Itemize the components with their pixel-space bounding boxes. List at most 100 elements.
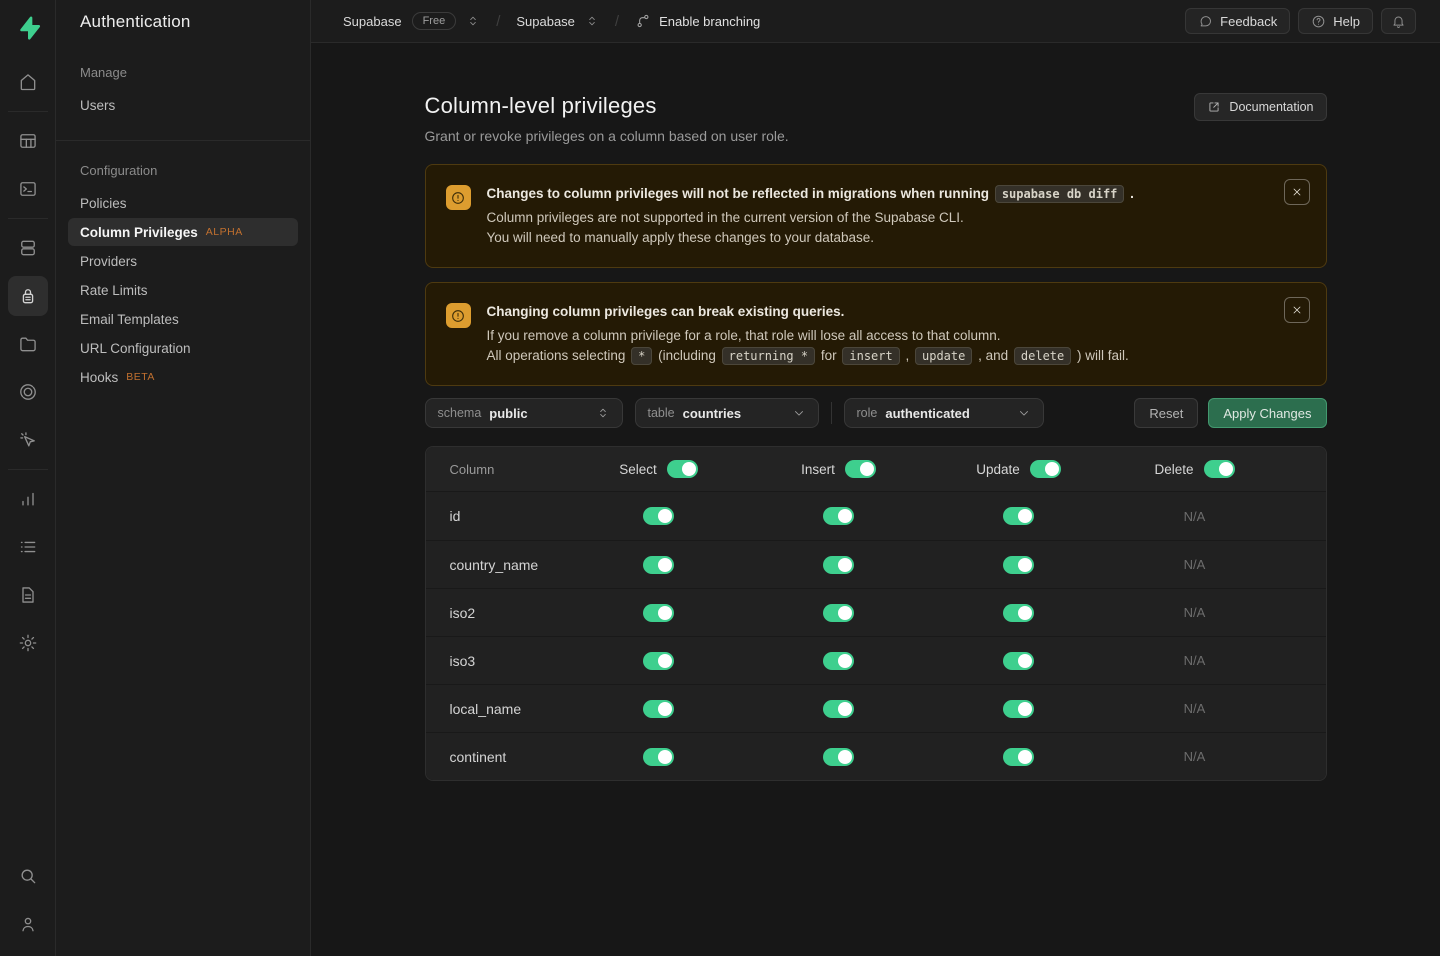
- sidebar-item-email-templates[interactable]: Email Templates: [68, 305, 298, 333]
- select-toggle[interactable]: [643, 556, 674, 574]
- role-select[interactable]: role authenticated: [844, 398, 1044, 428]
- update-toggle[interactable]: [1003, 700, 1034, 718]
- select-header-label: Select: [619, 462, 657, 477]
- not-applicable-label: N/A: [1184, 557, 1206, 572]
- not-applicable-label: N/A: [1184, 701, 1206, 716]
- column-name: id: [426, 508, 569, 524]
- database-icon[interactable]: [8, 228, 48, 268]
- advisor-cursor-icon[interactable]: [8, 420, 48, 460]
- page-title: Authentication: [56, 0, 310, 43]
- table-row: local_name N/A: [426, 684, 1326, 732]
- logs-icon[interactable]: [8, 527, 48, 567]
- update-toggle[interactable]: [1003, 507, 1034, 525]
- help-button[interactable]: Help: [1298, 8, 1373, 34]
- select-toggle[interactable]: [643, 507, 674, 525]
- close-icon[interactable]: [1284, 179, 1310, 205]
- rail-divider: [8, 469, 48, 470]
- breadcrumb-separator: /: [490, 13, 506, 30]
- settings-gear-icon[interactable]: [8, 623, 48, 663]
- select-caret-icon: [596, 406, 610, 420]
- banner-title: Changing column privileges can break exi…: [487, 302, 1129, 322]
- auth-sidebar: Authentication Manage Users Configuratio…: [56, 0, 311, 956]
- insert-toggle[interactable]: [823, 700, 854, 718]
- storage-icon[interactable]: [8, 324, 48, 364]
- column-name: iso2: [426, 605, 569, 621]
- select-all-toggle[interactable]: [667, 460, 698, 478]
- break-queries-warning-banner: Changing column privileges can break exi…: [425, 282, 1327, 386]
- auth-lock-icon[interactable]: [8, 276, 48, 316]
- home-icon[interactable]: [8, 62, 48, 102]
- sidebar-item-url-configuration[interactable]: URL Configuration: [68, 334, 298, 362]
- section-heading-configuration: Configuration: [68, 155, 298, 188]
- breadcrumb: Supabase Free / Supabase / Enable branch…: [343, 12, 760, 30]
- not-applicable-label: N/A: [1184, 749, 1206, 764]
- reset-button[interactable]: Reset: [1134, 398, 1198, 428]
- insert-toggle[interactable]: [823, 748, 854, 766]
- insert-toggle[interactable]: [823, 604, 854, 622]
- content-subtitle: Grant or revoke privileges on a column b…: [425, 128, 789, 144]
- update-toggle[interactable]: [1003, 556, 1034, 574]
- select-toggle[interactable]: [643, 604, 674, 622]
- banner-line: Column privileges are not supported in t…: [487, 208, 1134, 228]
- table-header-row: Column Select Insert Update Delete: [426, 447, 1326, 492]
- project-name[interactable]: Supabase: [516, 14, 575, 29]
- documentation-button[interactable]: Documentation: [1194, 93, 1326, 121]
- schema-select[interactable]: schema public: [425, 398, 623, 428]
- sidebar-item-rate-limits[interactable]: Rate Limits: [68, 276, 298, 304]
- column-header: Column: [426, 462, 569, 477]
- insert-toggle[interactable]: [823, 507, 854, 525]
- close-icon[interactable]: [1284, 297, 1310, 323]
- user-icon[interactable]: [8, 904, 48, 944]
- table-select[interactable]: table countries: [635, 398, 819, 428]
- feedback-button[interactable]: Feedback: [1185, 8, 1290, 34]
- topbar: Supabase Free / Supabase / Enable branch…: [311, 0, 1440, 43]
- select-toggle[interactable]: [643, 652, 674, 670]
- sidebar-item-users[interactable]: Users: [68, 91, 298, 119]
- org-name[interactable]: Supabase: [343, 14, 402, 29]
- plan-badge[interactable]: Free: [412, 12, 457, 30]
- delete-all-toggle[interactable]: [1204, 460, 1235, 478]
- update-toggle[interactable]: [1003, 604, 1034, 622]
- table-row: iso3 N/A: [426, 636, 1326, 684]
- project-switcher-caret-icon[interactable]: [585, 14, 599, 28]
- alpha-badge: ALPHA: [206, 226, 243, 238]
- update-all-toggle[interactable]: [1030, 460, 1061, 478]
- table-editor-icon[interactable]: [8, 121, 48, 161]
- supabase-logo[interactable]: [8, 8, 48, 48]
- realtime-icon[interactable]: [8, 372, 48, 412]
- banner-title: Changes to column privileges will not be…: [487, 184, 1134, 204]
- update-toggle[interactable]: [1003, 652, 1034, 670]
- insert-toggle[interactable]: [823, 556, 854, 574]
- sidebar-item-policies[interactable]: Policies: [68, 189, 298, 217]
- warning-icon: [446, 303, 471, 328]
- sql-editor-icon[interactable]: [8, 169, 48, 209]
- update-header-label: Update: [976, 462, 1020, 477]
- insert-all-toggle[interactable]: [845, 460, 876, 478]
- select-toggle[interactable]: [643, 748, 674, 766]
- search-icon[interactable]: [8, 856, 48, 896]
- content-scroll-area[interactable]: Column-level privileges Grant or revoke …: [311, 43, 1440, 956]
- api-docs-icon[interactable]: [8, 575, 48, 615]
- table-row: iso2 N/A: [426, 588, 1326, 636]
- chevron-down-icon: [1017, 406, 1031, 420]
- banner-line: You will need to manually apply these ch…: [487, 228, 1134, 248]
- insert-toggle[interactable]: [823, 652, 854, 670]
- warning-icon: [446, 185, 471, 210]
- column-name: iso3: [426, 653, 569, 669]
- select-toggle[interactable]: [643, 700, 674, 718]
- banner-line: If you remove a column privilege for a r…: [487, 326, 1129, 346]
- update-toggle[interactable]: [1003, 748, 1034, 766]
- sidebar-item-providers[interactable]: Providers: [68, 247, 298, 275]
- sidebar-item-hooks[interactable]: Hooks BETA: [68, 363, 298, 391]
- sidebar-item-column-privileges[interactable]: Column Privileges ALPHA: [68, 218, 298, 246]
- reports-icon[interactable]: [8, 479, 48, 519]
- breadcrumb-separator: /: [609, 13, 625, 30]
- enable-branching-button[interactable]: Enable branching: [635, 13, 760, 29]
- apply-changes-button[interactable]: Apply Changes: [1208, 398, 1326, 428]
- notifications-button[interactable]: [1381, 8, 1416, 34]
- content-title: Column-level privileges: [425, 93, 789, 119]
- external-link-icon: [1207, 100, 1221, 114]
- org-switcher-caret-icon[interactable]: [466, 14, 480, 28]
- column-name: continent: [426, 749, 569, 765]
- not-applicable-label: N/A: [1184, 605, 1206, 620]
